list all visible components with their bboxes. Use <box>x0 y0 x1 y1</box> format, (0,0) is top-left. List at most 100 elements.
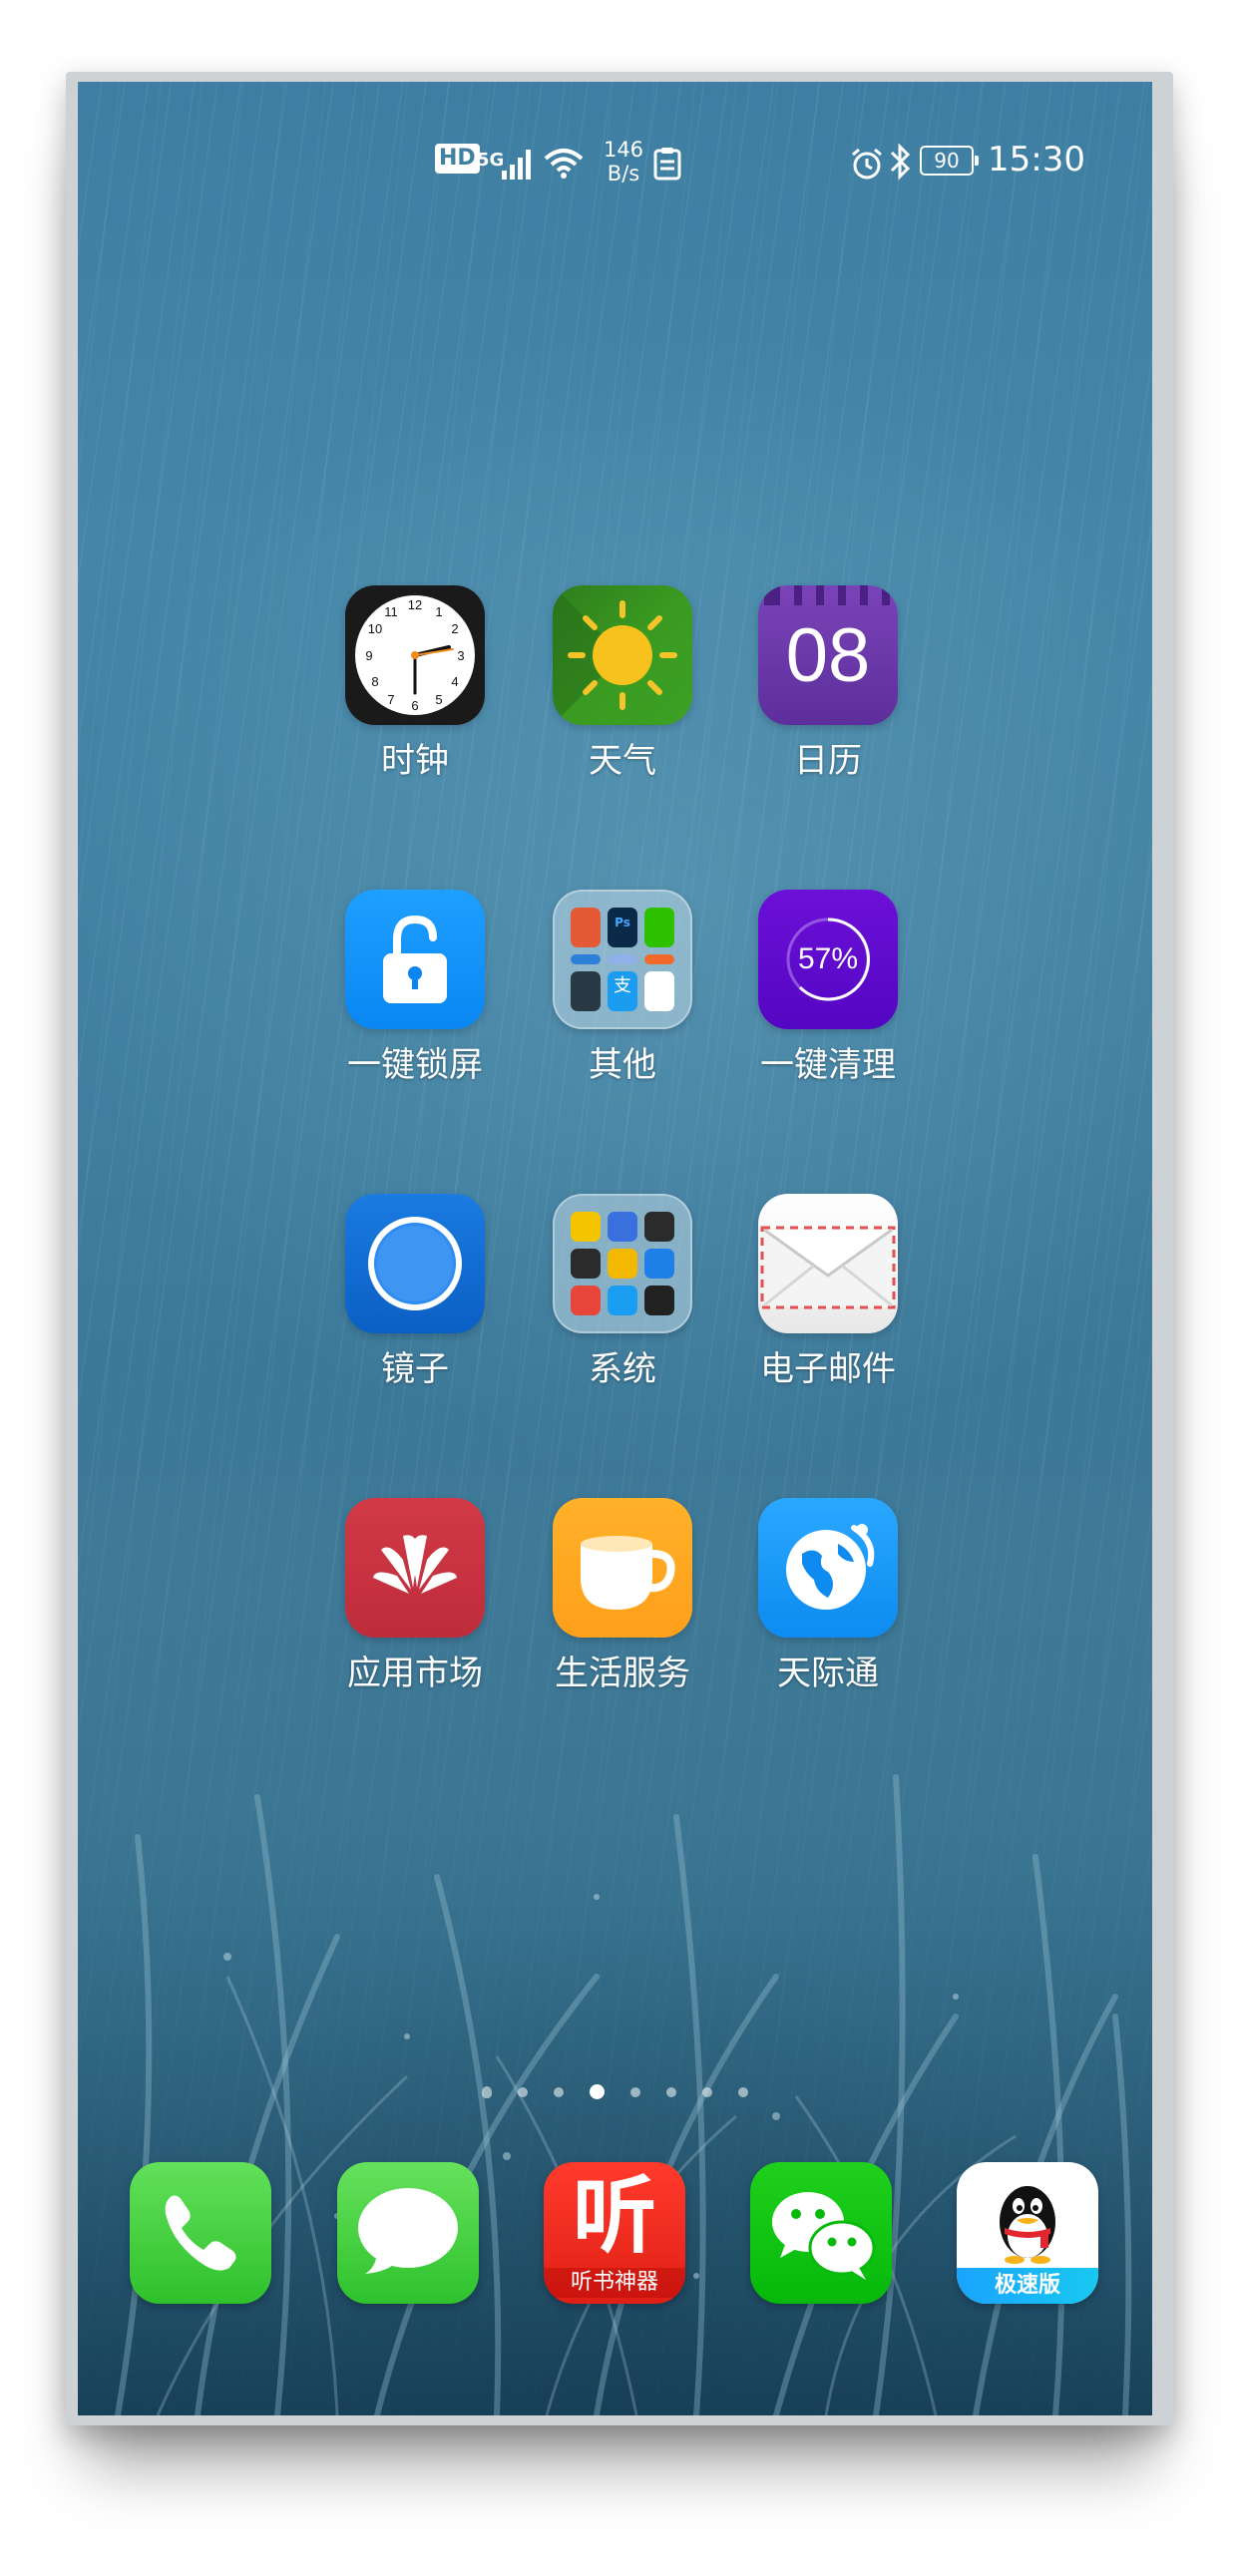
app-label: 天际通 <box>777 1654 879 1693</box>
page-indicator[interactable] <box>78 2084 1152 2099</box>
clipboard-icon <box>652 142 682 185</box>
folder-icon <box>553 1194 692 1333</box>
clock-face-number: 8 <box>371 674 378 689</box>
huawei-logo-icon <box>345 1498 485 1638</box>
calendar-icon: 08 <box>758 585 898 725</box>
clock-face-number: 6 <box>411 698 418 713</box>
clock-face-number: 10 <box>368 621 382 636</box>
clock-face-number: 1 <box>435 604 442 619</box>
battery-indicator: 90 <box>920 146 979 176</box>
app-weather[interactable]: 天气 <box>538 585 707 781</box>
home-screen: HD 5G 146 B/s 90 15:30 12 1 2 3 4 5 6 7 … <box>78 82 1152 2415</box>
page-dot[interactable] <box>702 2086 712 2097</box>
calendar-date: 08 <box>785 613 871 698</box>
clock-face-number: 12 <box>408 597 422 612</box>
qq-mini-icon <box>644 971 674 1011</box>
dock-ting-shu[interactable]: 听 听书神器 <box>544 2162 685 2304</box>
books-icon <box>571 1286 601 1315</box>
weather-sun-icon <box>553 585 692 725</box>
cleaner-gauge-icon: 57% <box>758 890 898 1029</box>
network-speed-unit: B/s <box>607 162 640 185</box>
app-label: 时钟 <box>381 741 449 781</box>
signal-bars-icon <box>501 142 537 185</box>
gallery-icon <box>608 954 637 964</box>
status-bar: HD 5G 146 B/s 90 15:30 <box>78 82 1152 185</box>
wifi-icon <box>543 142 585 185</box>
app-label: 生活服务 <box>555 1654 690 1693</box>
app-mirror[interactable]: 镜子 <box>330 1194 500 1389</box>
app-label: 应用市场 <box>347 1654 483 1693</box>
photoshop-icon: Ps <box>608 908 637 947</box>
clock-face-number: 3 <box>457 648 464 663</box>
gear-mini-icon <box>571 971 601 1011</box>
mirror-icon <box>345 1194 485 1333</box>
envelope-icon <box>758 1194 898 1333</box>
video-play-icon <box>608 1249 637 1279</box>
clock-face-number: 4 <box>451 674 458 689</box>
phone-clone-icon <box>644 1249 674 1279</box>
cloud-icon <box>571 954 601 964</box>
app-label: 天气 <box>589 741 656 781</box>
app-tianjitong[interactable]: 天际通 <box>743 1498 913 1693</box>
notes-icon <box>571 1249 601 1279</box>
page-dot[interactable] <box>666 2086 676 2097</box>
app-app-market[interactable]: 应用市场 <box>330 1498 500 1693</box>
folder-others[interactable]: Ps 支 其他 <box>538 890 707 1085</box>
padlock-icon <box>345 890 485 1029</box>
alipay-icon: 支 <box>608 971 637 1011</box>
app-label: 电子邮件 <box>760 1349 896 1389</box>
globe-icon <box>758 1498 898 1638</box>
tips-icon <box>571 1212 601 1242</box>
app-clock[interactable]: 12 1 2 3 4 5 6 7 8 9 10 11 时钟 <box>330 585 500 781</box>
app-label: 镜子 <box>381 1349 449 1389</box>
network-speed-value: 146 <box>603 138 644 162</box>
dock-wechat[interactable] <box>750 2162 892 2304</box>
folder-preview-grid: Ps 支 <box>571 908 674 1011</box>
clock-face-number: 7 <box>387 692 394 707</box>
app-cleaner[interactable]: 57% 一键清理 <box>743 890 913 1085</box>
page-dot-active[interactable] <box>590 2084 605 2099</box>
hd-voice-indicator: HD <box>435 144 480 174</box>
wechat-mini-icon <box>644 908 674 947</box>
game-app-icon <box>571 908 601 947</box>
app-label: 其他 <box>589 1045 656 1085</box>
app-lock-screen[interactable]: 一键锁屏 <box>330 890 500 1085</box>
ting-logo-char: 听 <box>572 2167 656 2265</box>
calendar-binding <box>758 585 898 605</box>
page-dot-hint[interactable] <box>482 2085 492 2098</box>
dock-messages[interactable] <box>337 2162 479 2304</box>
clock-face-number: 2 <box>451 621 458 636</box>
folder-system[interactable]: 系统 <box>538 1194 707 1389</box>
clock-face-number: 5 <box>435 692 442 707</box>
bluetooth-icon <box>888 140 912 184</box>
dock-phone[interactable] <box>130 2162 271 2304</box>
page-dot[interactable] <box>518 2086 528 2097</box>
folder-icon: Ps 支 <box>553 890 692 1029</box>
palette-icon <box>644 954 674 964</box>
status-time: 15:30 <box>988 140 1085 180</box>
wechat-icon <box>772 2192 876 2280</box>
qq-lite-badge: 极速版 <box>957 2268 1098 2304</box>
message-bubble-icon <box>358 2188 458 2274</box>
ting-banner: 听书神器 <box>544 2268 685 2298</box>
compass-icon <box>608 1286 637 1315</box>
folder-preview-grid <box>571 1212 674 1315</box>
keyboard-icon <box>608 1212 637 1242</box>
app-life-service[interactable]: 生活服务 <box>538 1498 707 1693</box>
network-speed: 146 B/s <box>589 138 658 185</box>
app-calendar[interactable]: 08 日历 <box>743 585 913 781</box>
scanner-icon <box>644 1286 674 1315</box>
app-label: 系统 <box>589 1349 656 1389</box>
alarm-icon <box>850 142 884 185</box>
clock-face-number: 11 <box>384 604 398 619</box>
app-label: 日历 <box>794 741 862 781</box>
page-dot[interactable] <box>554 2086 564 2097</box>
coffee-cup-icon <box>553 1498 692 1638</box>
page-dot[interactable] <box>630 2086 640 2097</box>
page-dot[interactable] <box>738 2086 748 2097</box>
dock-qq-lite[interactable]: 极速版 <box>957 2162 1098 2304</box>
clock-face-number: 9 <box>365 648 372 663</box>
phone-icon <box>165 2195 236 2271</box>
app-email[interactable]: 电子邮件 <box>743 1194 913 1389</box>
calculator-icon <box>644 1212 674 1242</box>
